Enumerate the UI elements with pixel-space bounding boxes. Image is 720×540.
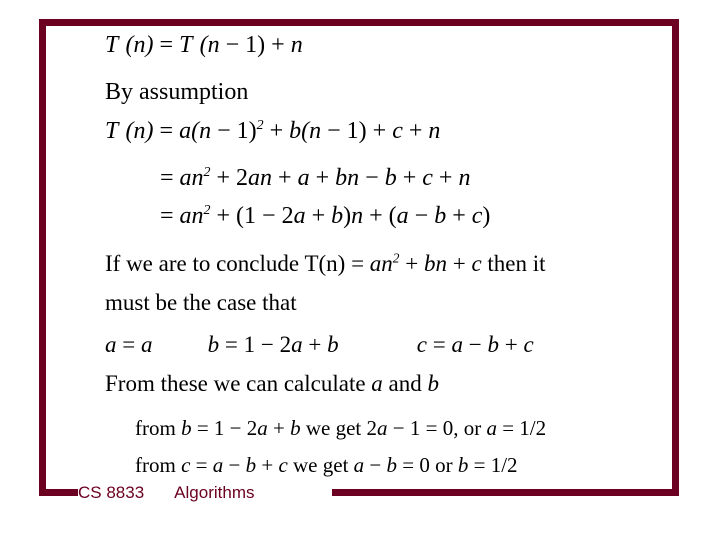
equation-line-coefficients: a = a b = 1 − 2a + b c = a − b + c <box>105 332 534 357</box>
equation-line-1: T (n) = T (n − 1) + n <box>105 32 303 58</box>
math-derivation-body: T (n) = T (n − 1) + n By assumption T (n) =… <box>0 0 720 540</box>
equation-line-solve-a: from b = 1 − 2a + b we get 2a − 1 = 0, o… <box>135 416 547 440</box>
footer-course-code: CS 8833 <box>78 482 145 502</box>
equation-line-4: = an2 + 2an + a + bn − b + c + n <box>160 165 471 191</box>
equation-line-5: = an2 + (1 − 2a + b)n + (a − b + c) <box>160 203 491 229</box>
text-line-from-these: From these we can calculate a and b <box>105 371 440 396</box>
equation-line-solve-b: from c = a − b + c we get a − b = 0 or b… <box>135 453 518 477</box>
equation-line-3: T (n) = a(n − 1)2 + b(n − 1) + c + n <box>105 118 441 144</box>
footer-subject: Algorithms <box>174 482 255 502</box>
slide-footer: CS 8833 Algorithms <box>78 479 338 505</box>
text-line-must-be-case: must be the case that <box>105 290 297 315</box>
slide: T (n) = T (n − 1) + n By assumption T (n) =… <box>0 0 720 540</box>
text-line-by-assumption: By assumption <box>105 79 249 105</box>
text-line-if-conclude: If we are to conclude T(n) = an2 + bn + … <box>105 250 546 276</box>
